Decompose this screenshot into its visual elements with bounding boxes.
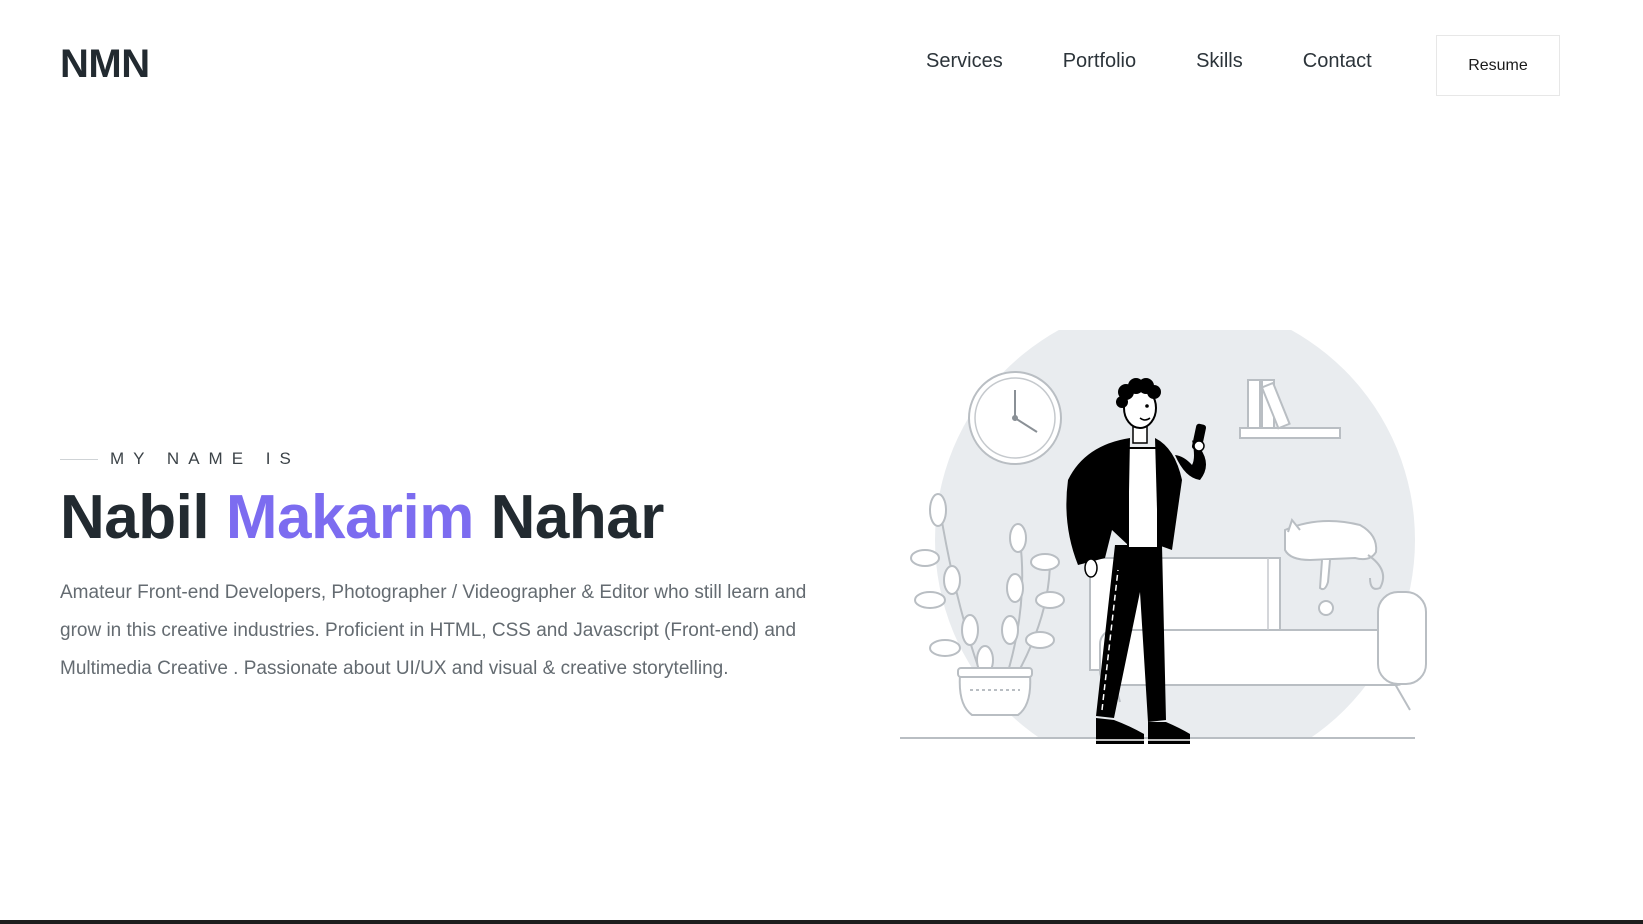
wall-clock-icon (968, 371, 1062, 465)
name-middle-accent: Makarim (225, 483, 475, 552)
resume-button[interactable]: Resume (1436, 35, 1560, 96)
hero-description: Amateur Front-end Developers, Photograph… (60, 582, 807, 679)
nav-services[interactable]: Services (926, 50, 1003, 73)
portfolio-home-page: NMN Services Portfolio Skills Contact Re… (0, 0, 1643, 924)
name-last: Nahar (490, 483, 665, 552)
site-logo[interactable]: NMN (60, 42, 150, 87)
name-first: Nabil (60, 483, 210, 552)
page-bottom-border (0, 920, 1643, 924)
main-nav: Services Portfolio Skills Contact (926, 50, 1372, 73)
nav-contact[interactable]: Contact (1303, 50, 1372, 73)
nav-skills[interactable]: Skills (1196, 50, 1243, 73)
person-with-phone-illustration (900, 330, 1460, 790)
eyebrow-divider (60, 458, 98, 460)
nav-portfolio[interactable]: Portfolio (1063, 50, 1136, 73)
hero-name: Nabil Makarim Nahar (60, 482, 664, 553)
hero-eyebrow: MY NAME IS (60, 449, 300, 469)
eyebrow-text: MY NAME IS (110, 449, 300, 468)
